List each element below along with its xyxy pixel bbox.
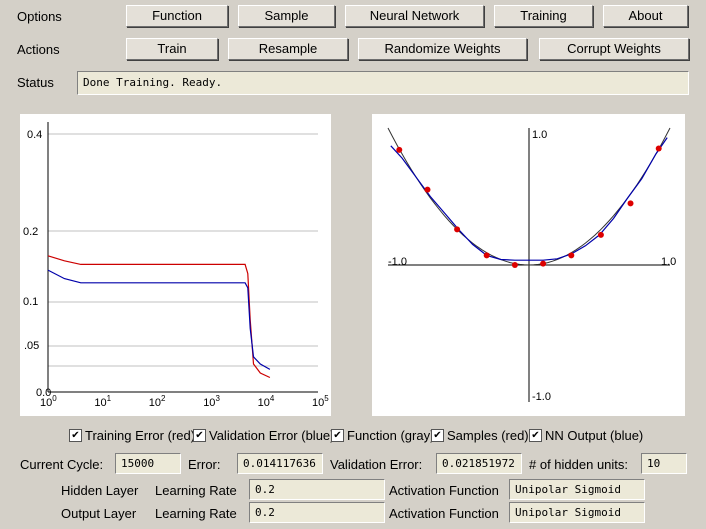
status-row-label: Status (17, 75, 54, 90)
check-icon: ✔ (431, 429, 444, 442)
samples-checkbox[interactable]: ✔ Samples (red) (431, 428, 529, 443)
output-activation-field[interactable]: Unipolar Sigmoid (509, 502, 645, 523)
sample-point (568, 252, 575, 259)
sample-point (483, 252, 490, 259)
output-activation-label: Activation Function (389, 506, 499, 521)
validation-error-checkbox[interactable]: ✔ Validation Error (blue) (193, 428, 334, 443)
y-tick-label: .05 (24, 340, 39, 352)
x-tick-label: 103 (203, 394, 220, 409)
output-learning-rate-label: Learning Rate (155, 506, 237, 521)
y-tick-label: 0.2 (23, 226, 38, 238)
sample-point (540, 260, 547, 267)
validation-error-line (47, 269, 271, 370)
validation-error-field: 0.021851972 (436, 453, 522, 474)
check-icon: ✔ (69, 429, 82, 442)
function-fit-panel: 1.0 -1.0 -1.0 1.0 (372, 114, 685, 416)
x-tick-label: 104 (258, 394, 275, 409)
error-chart-panel: 0.4 0.2 0.1 .05 0.0 100 101 102 103 104 105 (20, 114, 331, 416)
check-icon: ✔ (529, 429, 542, 442)
randomize-weights-button[interactable]: Randomize Weights (358, 38, 527, 60)
hidden-learning-rate-label: Learning Rate (155, 483, 237, 498)
y-tick-label: 0.1 (23, 296, 38, 308)
sample-point (511, 262, 518, 268)
train-button[interactable]: Train (126, 38, 218, 60)
current-cycle-label: Current Cycle: (20, 457, 104, 472)
x-tick-label: 105 (312, 394, 329, 409)
nn-output-checkbox[interactable]: ✔ NN Output (blue) (529, 428, 643, 443)
x-tick-label: 100 (40, 394, 57, 409)
training-error-line (47, 255, 271, 379)
hidden-layer-label: Hidden Layer (61, 483, 139, 498)
sample-point (424, 186, 431, 193)
current-cycle-field: 15000 (115, 453, 181, 474)
x-tick-label: 102 (149, 394, 166, 409)
neural-network-menu-button[interactable]: Neural Network (345, 5, 484, 27)
checkbox-label: Validation Error (blue) (209, 428, 335, 443)
error-label: Error: (188, 457, 221, 472)
hidden-activation-label: Activation Function (389, 483, 499, 498)
corrupt-weights-button[interactable]: Corrupt Weights (539, 38, 689, 60)
axis-label-top: 1.0 (532, 129, 547, 141)
actions-row-label: Actions (17, 42, 60, 57)
output-layer-label: Output Layer (61, 506, 137, 521)
output-learning-rate-input[interactable]: 0.2 (249, 502, 385, 523)
training-error-checkbox[interactable]: ✔ Training Error (red) (69, 428, 195, 443)
hidden-units-label: # of hidden units: (529, 457, 629, 472)
validation-error-label: Validation Error: (330, 457, 423, 472)
sample-point (655, 145, 662, 152)
y-tick-label: 0.4 (27, 129, 42, 141)
status-field: Done Training. Ready. (77, 71, 689, 95)
about-menu-button[interactable]: About (603, 5, 688, 27)
checkbox-label: NN Output (blue) (545, 428, 644, 443)
resample-button[interactable]: Resample (228, 38, 348, 60)
options-row-label: Options (17, 9, 62, 24)
training-menu-button[interactable]: Training (494, 5, 593, 27)
error-field: 0.014117636 (237, 453, 323, 474)
hidden-learning-rate-input[interactable]: 0.2 (249, 479, 385, 500)
function-checkbox[interactable]: ✔ Function (gray) (331, 428, 434, 443)
axis-label-left: -1.0 (388, 256, 407, 268)
error-chart: 0.4 0.2 0.1 .05 0.0 100 101 102 103 104 105 (23, 122, 329, 409)
sample-point (597, 231, 604, 238)
sample-point (454, 226, 461, 233)
axis-label-bottom: -1.0 (532, 391, 551, 403)
hidden-units-input[interactable]: 10 (641, 453, 687, 474)
sample-point (396, 146, 403, 153)
checkbox-label: Samples (red) (447, 428, 529, 443)
x-tick-label: 101 (94, 394, 111, 409)
function-menu-button[interactable]: Function (126, 5, 228, 27)
check-icon: ✔ (331, 429, 344, 442)
sample-point (627, 200, 634, 207)
axis-label-right: 1.0 (661, 256, 676, 268)
function-fit-chart: 1.0 -1.0 -1.0 1.0 (387, 127, 676, 403)
checkbox-label: Training Error (red) (85, 428, 196, 443)
sample-menu-button[interactable]: Sample (238, 5, 335, 27)
hidden-activation-field[interactable]: Unipolar Sigmoid (509, 479, 645, 500)
checkbox-label: Function (gray) (347, 428, 435, 443)
check-icon: ✔ (193, 429, 206, 442)
